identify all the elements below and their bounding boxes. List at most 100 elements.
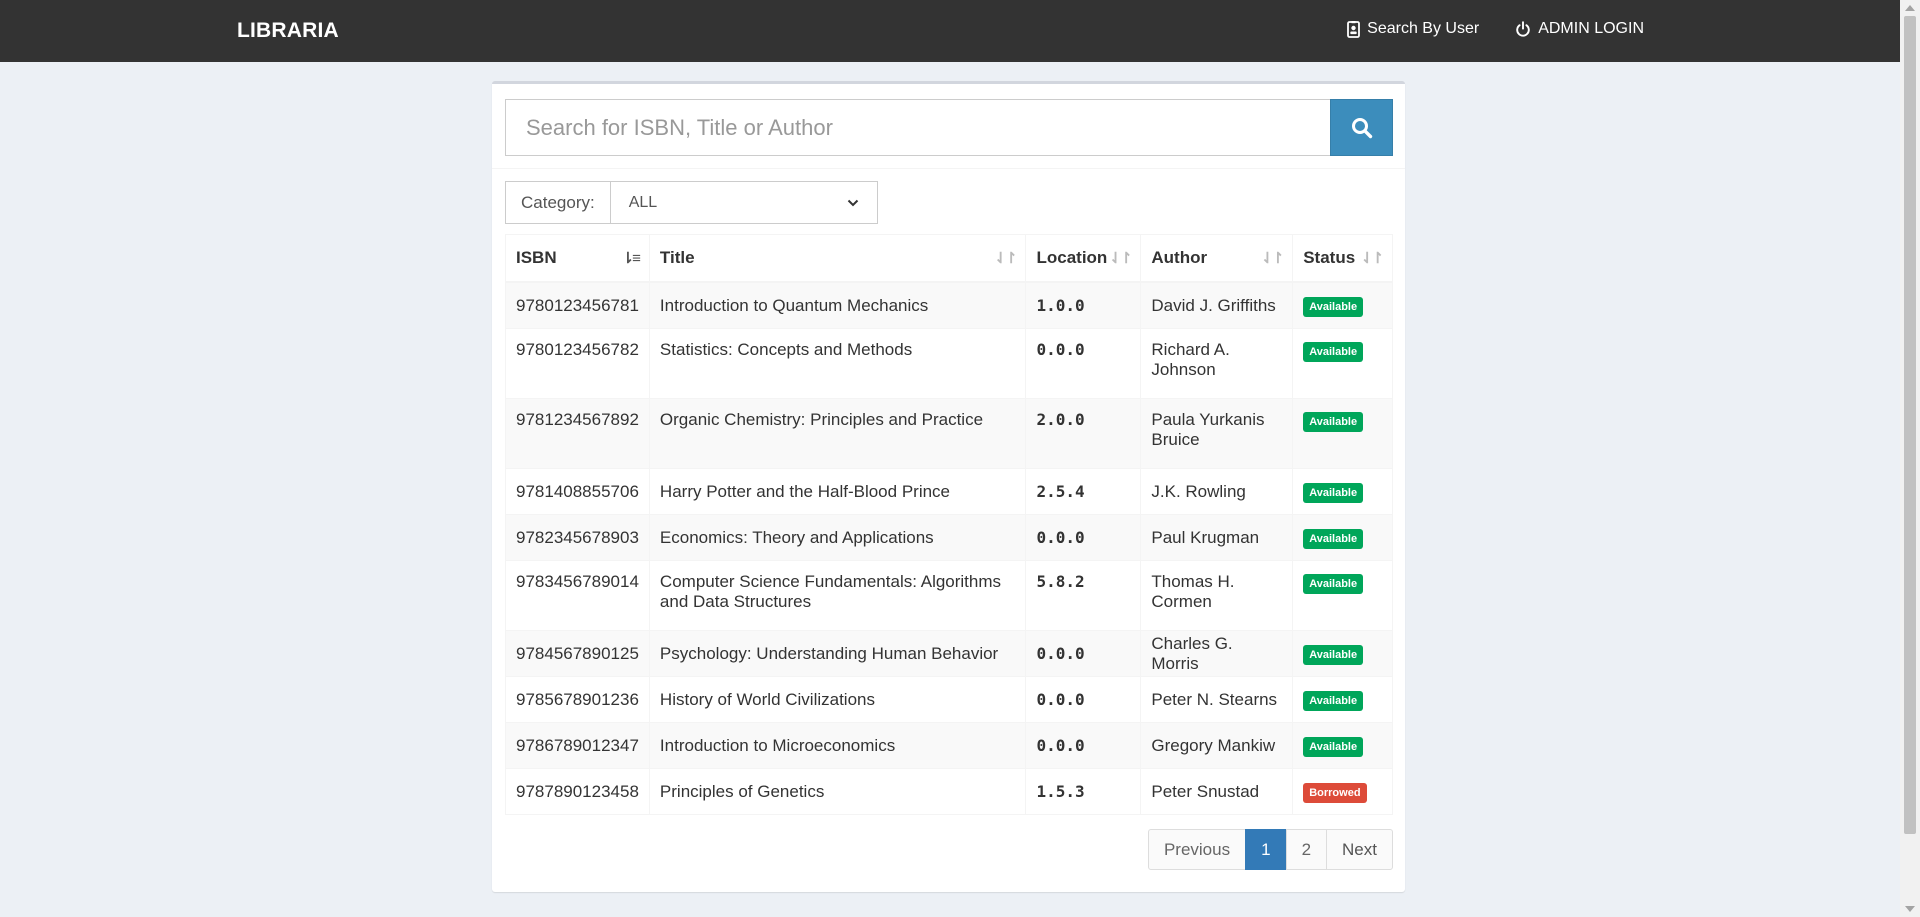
next-page-button[interactable]: Next (1326, 829, 1393, 870)
cell-author: Paula Yurkanis Bruice (1140, 398, 1294, 469)
book-search-panel: Category: ALL ISBN⇂≡ Title⇃↾ Location⇃↾ … (492, 81, 1405, 892)
cell-isbn: 9780123456782 (505, 328, 650, 399)
cell-title: Organic Chemistry: Principles and Practi… (648, 398, 1027, 469)
cell-location: 0.0.0 (1025, 514, 1142, 561)
cell-author: Peter N. Stearns (1140, 676, 1294, 723)
cell-isbn: 9786789012347 (505, 722, 650, 769)
cell-status: Available (1292, 514, 1393, 561)
table-row[interactable]: 9780123456781 Introduction to Quantum Me… (505, 281, 1393, 329)
search-button[interactable] (1330, 99, 1393, 156)
chevron-down-icon (847, 199, 858, 206)
cell-status: Available (1292, 722, 1393, 769)
sort-icon: ⇃↾ (1261, 250, 1284, 267)
search-by-user-link[interactable]: Search By User (1347, 20, 1479, 38)
brand-logo[interactable]: LIBRARIA (237, 19, 339, 43)
previous-page-button[interactable]: Previous (1147, 829, 1247, 870)
scroll-down-arrow-icon[interactable] (1905, 906, 1915, 912)
cell-status: Available (1292, 676, 1393, 723)
cell-title: Statistics: Concepts and Methods (648, 328, 1027, 399)
cell-title: Economics: Theory and Applications (648, 514, 1027, 561)
status-badge: Available (1303, 644, 1364, 665)
cell-author: Richard A. Johnson (1140, 328, 1294, 399)
cell-author: Gregory Mankiw (1140, 722, 1294, 769)
cell-author: Peter Snustad (1140, 768, 1294, 815)
column-header-title[interactable]: Title ⇃↾ (648, 234, 1027, 283)
search-bar (505, 99, 1393, 156)
category-select[interactable]: ALL (609, 181, 878, 224)
cell-location: 2.0.0 (1025, 398, 1142, 469)
cell-location: 0.0.0 (1025, 722, 1142, 769)
status-badge: Available (1303, 296, 1364, 317)
cell-isbn: 9780123456781 (505, 281, 650, 329)
cell-isbn: 9781408855706 (505, 468, 650, 515)
category-filter: Category: ALL (505, 181, 878, 224)
search-by-user-label: Search By User (1367, 20, 1480, 37)
table-row[interactable]: 9781234567892 Organic Chemistry: Princip… (505, 398, 1393, 469)
sort-icon: ⇃↾ (994, 250, 1017, 267)
page-2-button[interactable]: 2 (1285, 829, 1328, 870)
cell-isbn: 9784567890125 (505, 630, 650, 677)
column-header-label: Title (659, 248, 695, 267)
cell-title: Introduction to Quantum Mechanics (648, 281, 1027, 329)
cell-status: Available (1292, 560, 1393, 631)
sort-ascending-icon: ⇂≡ (621, 250, 641, 267)
cell-title: Computer Science Fundamentals: Algorithm… (648, 560, 1027, 631)
cell-status: Borrowed (1292, 768, 1393, 815)
top-navbar: LIBRARIA Search By User ADMIN LOGIN (0, 0, 1900, 62)
table-row[interactable]: 9783456789014 Computer Science Fundament… (505, 560, 1393, 631)
page-scrollbar[interactable] (1900, 0, 1920, 917)
status-badge: Available (1303, 482, 1364, 503)
sort-icon: ⇃↾ (1109, 250, 1132, 267)
column-header-status[interactable]: Status ⇃↾ (1292, 234, 1393, 283)
scroll-up-arrow-icon[interactable] (1905, 5, 1915, 11)
cell-status: Available (1292, 468, 1393, 515)
nav-links: Search By User ADMIN LOGIN (1311, 20, 1644, 38)
cell-status: Available (1292, 328, 1393, 399)
column-header-location[interactable]: Location ⇃↾ (1025, 234, 1142, 283)
cell-status: Available (1292, 398, 1393, 469)
table-row[interactable]: 9787890123458 Principles of Genetics 1.5… (505, 768, 1393, 815)
status-badge: Available (1303, 342, 1364, 362)
cell-status: Available (1292, 281, 1393, 329)
category-label: Category: (505, 181, 610, 224)
cell-location: 0.0.0 (1025, 676, 1142, 723)
admin-login-label: ADMIN LOGIN (1538, 20, 1644, 37)
table-row[interactable]: 9785678901236 History of World Civilizat… (505, 676, 1393, 723)
status-badge: Borrowed (1303, 782, 1367, 803)
cell-author: Paul Krugman (1140, 514, 1294, 561)
table-row[interactable]: 9780123456782 Statistics: Concepts and M… (505, 328, 1393, 399)
scroll-thumb[interactable] (1904, 16, 1916, 834)
table-row[interactable]: 9781408855706 Harry Potter and the Half-… (505, 468, 1393, 515)
cell-author: Charles G. Morris (1140, 630, 1294, 677)
status-badge: Available (1303, 736, 1364, 757)
column-header-author[interactable]: Author ⇃↾ (1140, 234, 1294, 283)
status-badge: Available (1303, 690, 1364, 711)
status-badge: Available (1303, 574, 1364, 594)
cell-title: Introduction to Microeconomics (648, 722, 1027, 769)
status-badge: Available (1303, 412, 1364, 432)
pagination: Previous 1 2 Next (1147, 829, 1393, 870)
table-row[interactable]: 9784567890125 Psychology: Understanding … (505, 630, 1393, 677)
status-badge: Available (1303, 528, 1364, 549)
column-header-label: Status (1303, 248, 1356, 267)
column-header-label: Author (1151, 248, 1208, 267)
cell-location: 0.0.0 (1025, 328, 1142, 399)
table-row[interactable]: 9782345678903 Economics: Theory and Appl… (505, 514, 1393, 561)
cell-isbn: 9782345678903 (505, 514, 650, 561)
column-header-label: Location (1036, 248, 1108, 267)
admin-login-link[interactable]: ADMIN LOGIN (1515, 20, 1644, 38)
cell-isbn: 9783456789014 (505, 560, 650, 631)
cell-author: Thomas H. Cormen (1140, 560, 1294, 631)
column-header-isbn[interactable]: ISBN ⇂≡ (505, 234, 650, 283)
search-input[interactable] (505, 99, 1330, 156)
table-row[interactable]: 9786789012347 Introduction to Microecono… (505, 722, 1393, 769)
cell-location: 2.5.4 (1025, 468, 1142, 515)
cell-title: History of World Civilizations (648, 676, 1027, 723)
cell-isbn: 9781234567892 (505, 398, 650, 469)
search-icon (1351, 117, 1372, 138)
cell-title: Harry Potter and the Half-Blood Prince (648, 468, 1027, 515)
page-1-button[interactable]: 1 (1245, 829, 1287, 870)
cell-author: J.K. Rowling (1140, 468, 1294, 515)
cell-location: 5.8.2 (1025, 560, 1142, 631)
cell-title: Psychology: Understanding Human Behavior (648, 630, 1027, 677)
